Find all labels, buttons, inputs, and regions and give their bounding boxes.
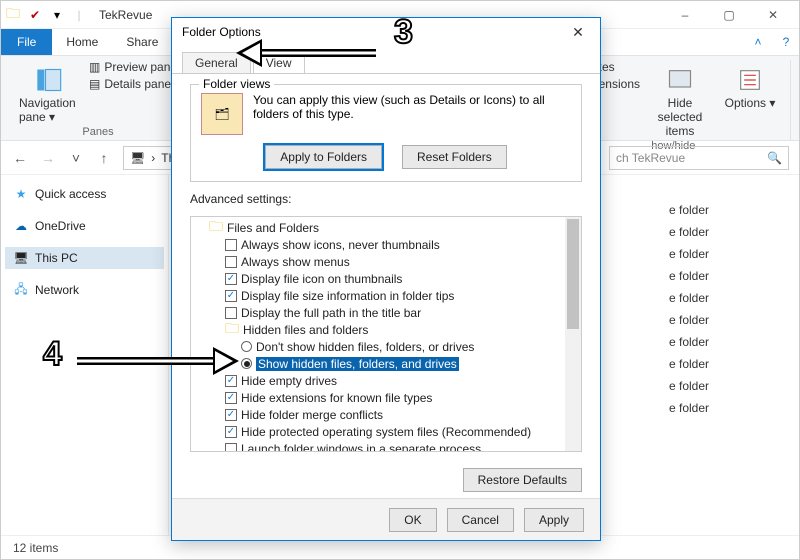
options-button[interactable]: Options ▾ bbox=[720, 60, 780, 110]
qat-check-icon[interactable]: ✔ bbox=[27, 7, 43, 23]
opt-hide-extensions[interactable]: ✓Hide extensions for known file types bbox=[195, 389, 561, 406]
tree-network[interactable]: 🖧Network bbox=[5, 279, 164, 301]
hide-selected-icon bbox=[666, 66, 694, 94]
folder-icon: 🗀 bbox=[225, 318, 239, 342]
search-icon[interactable]: 🔍 bbox=[767, 151, 782, 165]
network-icon: 🖧 bbox=[13, 282, 29, 298]
tab-view[interactable]: View bbox=[253, 52, 305, 73]
ribbon-collapse-icon[interactable]: ˄ bbox=[743, 29, 773, 55]
minimize-button[interactable]: – bbox=[663, 1, 707, 29]
maximize-button[interactable]: ▢ bbox=[707, 1, 751, 29]
details-pane-button[interactable]: ▤ Details pane bbox=[89, 77, 177, 91]
dialog-footer: OK Cancel Apply bbox=[172, 498, 600, 540]
window-title: TekRevue bbox=[99, 8, 152, 22]
opt-hide-protected-os[interactable]: ✓Hide protected operating system files (… bbox=[195, 423, 561, 440]
pc-icon: 🖥 bbox=[13, 250, 29, 266]
dialog-tabs: General View bbox=[172, 50, 600, 74]
forward-button[interactable]: → bbox=[39, 150, 57, 166]
opt-dont-show-hidden[interactable]: Don't show hidden files, folders, or dri… bbox=[195, 338, 561, 355]
opt-hide-empty-drives[interactable]: ✓Hide empty drives bbox=[195, 372, 561, 389]
ribbon-tab-share[interactable]: Share bbox=[112, 29, 172, 55]
tree-onedrive[interactable]: ☁OneDrive bbox=[5, 215, 164, 237]
star-icon: ★ bbox=[13, 186, 29, 202]
folder-icon: 🗀 bbox=[5, 7, 21, 23]
file-tab[interactable]: File bbox=[1, 29, 52, 55]
preview-pane-button[interactable]: ▥ Preview pane bbox=[89, 60, 177, 74]
dialog-title-bar: Folder Options ✕ bbox=[172, 18, 600, 46]
folder-views-icon: 🗂 bbox=[201, 93, 243, 135]
ribbon-tab-home[interactable]: Home bbox=[52, 29, 112, 55]
qat-dropdown[interactable]: ▾ bbox=[49, 7, 65, 23]
recent-locations[interactable]: ˅ bbox=[67, 150, 85, 166]
panes-group-label: Panes bbox=[82, 124, 113, 142]
apply-button[interactable]: Apply bbox=[524, 508, 584, 532]
folder-icon: 🗀 bbox=[209, 217, 223, 240]
advanced-settings-tree[interactable]: 🗀Files and Folders Always show icons, ne… bbox=[190, 216, 582, 452]
tree-node-hidden[interactable]: 🗀Hidden files and folders bbox=[195, 321, 561, 338]
reset-folders-button[interactable]: Reset Folders bbox=[402, 145, 507, 169]
tree-quick-access[interactable]: ★Quick access bbox=[5, 183, 164, 205]
help-icon[interactable]: ? bbox=[773, 29, 799, 55]
up-button[interactable]: ↑ bbox=[95, 150, 113, 166]
search-placeholder: ch TekRevue bbox=[616, 151, 685, 165]
item-count: 12 items bbox=[13, 541, 58, 555]
folder-views-group: Folder views 🗂 You can apply this view (… bbox=[190, 84, 582, 182]
navigation-pane-icon bbox=[35, 66, 63, 94]
restore-defaults-button[interactable]: Restore Defaults bbox=[463, 468, 582, 492]
folder-views-desc: You can apply this view (such as Details… bbox=[253, 93, 571, 135]
dialog-close-button[interactable]: ✕ bbox=[566, 24, 590, 41]
details-pane-icon: ▤ bbox=[89, 77, 100, 91]
navigation-pane-label: Navigation pane ▾ bbox=[19, 96, 79, 124]
scrollbar-thumb[interactable] bbox=[567, 219, 579, 329]
opt-always-menus[interactable]: Always show menus bbox=[195, 253, 561, 270]
opt-file-size-tips[interactable]: ✓Display file size information in folder… bbox=[195, 287, 561, 304]
opt-file-icon-thumb[interactable]: ✓Display file icon on thumbnails bbox=[195, 270, 561, 287]
opt-show-hidden[interactable]: Show hidden files, folders, and drives bbox=[195, 355, 561, 372]
cloud-icon: ☁ bbox=[13, 218, 29, 234]
back-button[interactable]: ← bbox=[11, 150, 29, 166]
tree-node-files-folders[interactable]: 🗀Files and Folders bbox=[195, 219, 561, 236]
search-box[interactable]: ch TekRevue 🔍 bbox=[609, 146, 789, 170]
dialog-title: Folder Options bbox=[182, 25, 261, 39]
tab-general[interactable]: General bbox=[182, 52, 251, 73]
panes-group: Navigation pane ▾ ▥ Preview pane ▤ Detai… bbox=[9, 60, 188, 140]
folder-options-dialog: Folder Options ✕ General View Folder vie… bbox=[171, 17, 601, 541]
navigation-pane-button[interactable]: Navigation pane ▾ bbox=[19, 60, 79, 124]
opt-full-path-title[interactable]: Display the full path in the title bar bbox=[195, 304, 561, 321]
pc-icon: 🖥 bbox=[130, 151, 145, 165]
hide-selected-button[interactable]: Hide selected items bbox=[650, 60, 710, 138]
nav-tree: ★Quick access ☁OneDrive 🖥This PC 🖧Networ… bbox=[1, 175, 169, 535]
folder-views-legend: Folder views bbox=[199, 77, 274, 91]
scrollbar[interactable] bbox=[565, 217, 581, 451]
apply-to-folders-button[interactable]: Apply to Folders bbox=[265, 145, 382, 169]
opt-launch-separate-process[interactable]: Launch folder windows in a separate proc… bbox=[195, 440, 561, 451]
preview-pane-icon: ▥ bbox=[89, 60, 100, 74]
close-button[interactable]: ✕ bbox=[751, 1, 795, 29]
advanced-settings-label: Advanced settings: bbox=[190, 192, 582, 206]
tree-this-pc[interactable]: 🖥This PC bbox=[5, 247, 164, 269]
options-icon bbox=[736, 66, 764, 94]
opt-always-icons[interactable]: Always show icons, never thumbnails bbox=[195, 236, 561, 253]
opt-hide-merge-conflicts[interactable]: ✓Hide folder merge conflicts bbox=[195, 406, 561, 423]
ok-button[interactable]: OK bbox=[389, 508, 436, 532]
quick-access-toolbar: 🗀 ✔ ▾ | bbox=[5, 7, 87, 23]
cancel-button[interactable]: Cancel bbox=[447, 508, 514, 532]
